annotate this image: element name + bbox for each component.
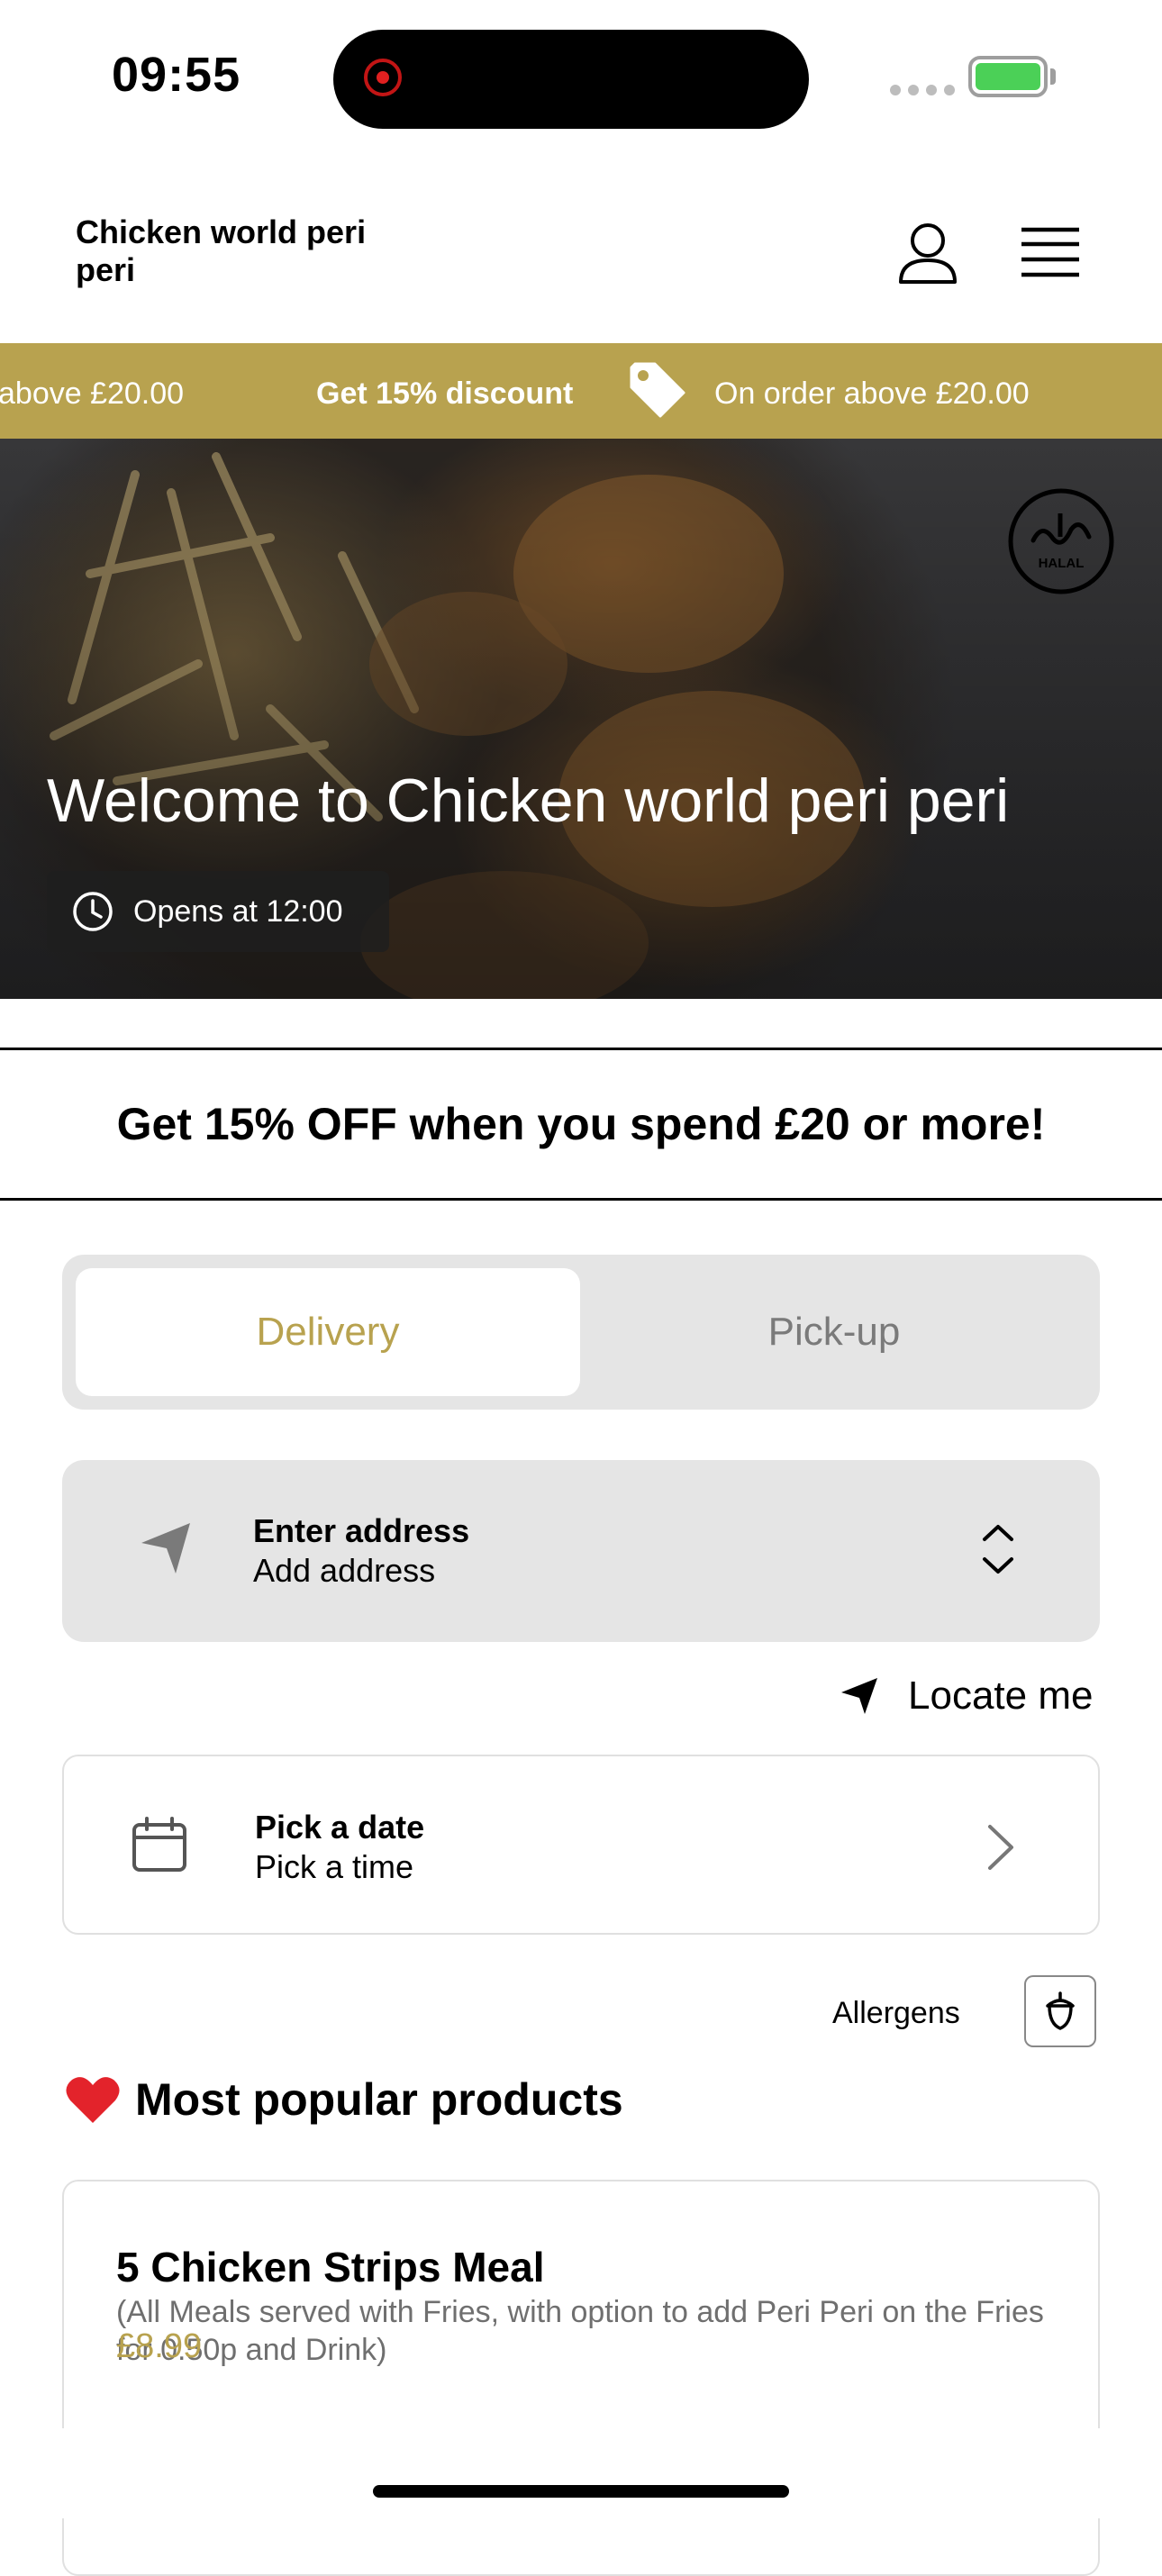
order-mode-toggle: Delivery Pick-up [62, 1255, 1100, 1410]
home-indicator[interactable] [373, 2485, 789, 2498]
promo-ticker: above £20.00 Get 15% discount On order a… [0, 343, 1162, 439]
allergens-button[interactable] [1024, 1975, 1096, 2047]
calendar-icon [132, 1817, 186, 1872]
address-subtitle: Add address [253, 1552, 436, 1589]
product-description: (All Meals served with Fries, with optio… [116, 2295, 1044, 2367]
battery-tip [1050, 68, 1056, 85]
chevron-right-icon [988, 1825, 1013, 1870]
recording-indicator-icon [364, 59, 402, 96]
allergens-label: Allergens [832, 1996, 960, 2030]
bottom-area [0, 2428, 1162, 2518]
schedule-time-label: Pick a time [255, 1848, 414, 1885]
halal-badge-icon: HALAL [1008, 488, 1114, 594]
locate-arrow-icon [841, 1678, 877, 1714]
cellular-signal-icon [890, 85, 955, 95]
locate-me-button[interactable]: Locate me [838, 1673, 1093, 1719]
battery-icon [968, 56, 1048, 97]
status-time: 09:55 [112, 48, 241, 102]
menu-icon[interactable] [1021, 226, 1079, 278]
address-selector[interactable]: Enter address Add address [62, 1460, 1100, 1642]
ticker-tail-text: above £20.00 [0, 376, 185, 411]
tag-icon [630, 362, 685, 418]
acorn-icon [1046, 1991, 1075, 2030]
clock-icon [73, 892, 113, 931]
section-most-popular: Most popular products [65, 2073, 623, 2126]
section-most-popular-title: Most popular products [135, 2074, 623, 2125]
welcome-title: Welcome to Chicken world peri peri [47, 766, 1010, 835]
opening-hours-text: Opens at 12:00 [133, 893, 343, 929]
tab-delivery[interactable]: Delivery [76, 1268, 580, 1396]
chevron-up-down-icon [983, 1525, 1013, 1574]
restaurant-name[interactable]: Chicken world peri peri [76, 213, 418, 289]
schedule-picker[interactable]: Pick a date Pick a time [62, 1755, 1100, 1935]
halal-badge-text: HALAL [1039, 556, 1085, 571]
locate-me-label: Locate me [908, 1673, 1094, 1718]
heart-icon [66, 2077, 120, 2123]
promo-banner: Get 15% OFF when you spend £20 or more! [0, 1048, 1162, 1201]
ticker-headline: Get 15% discount [316, 376, 574, 411]
product-price: £8.99 [116, 2327, 203, 2365]
tab-pickup[interactable]: Pick-up [582, 1268, 1086, 1396]
address-title: Enter address [253, 1512, 470, 1549]
user-icon[interactable] [897, 221, 958, 286]
schedule-date-label: Pick a date [255, 1809, 425, 1846]
opening-hours-badge: Opens at 12:00 [47, 871, 389, 952]
navigation-arrow-icon [141, 1523, 190, 1574]
product-name: 5 Chicken Strips Meal [116, 2244, 545, 2290]
ticker-detail: On order above £20.00 [714, 376, 1030, 411]
dynamic-island [333, 30, 809, 129]
